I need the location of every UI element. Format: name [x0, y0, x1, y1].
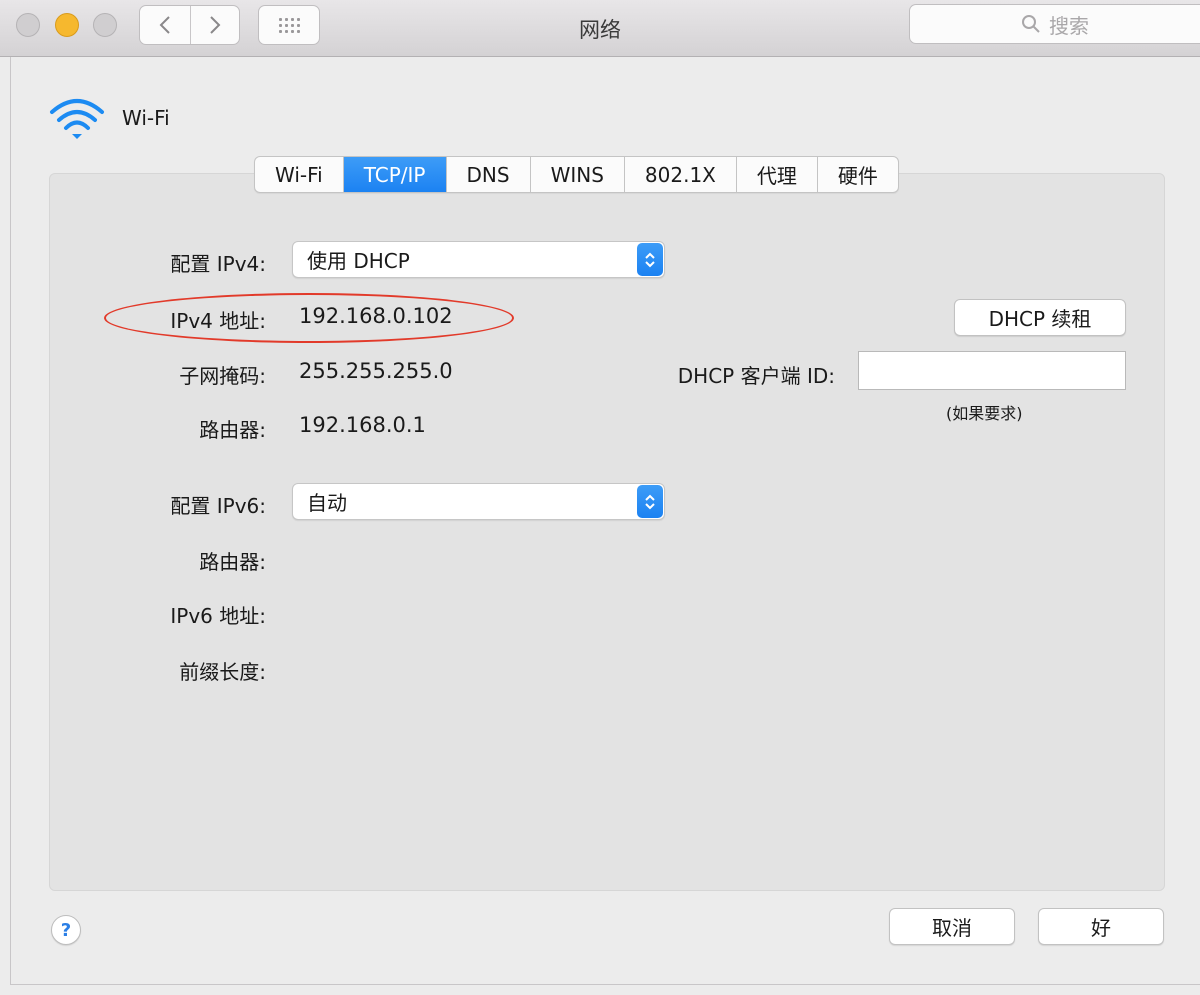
updown-chevron-icon: [637, 485, 663, 518]
tab-bar: Wi-Fi TCP/IP DNS WINS 802.1X 代理 硬件: [254, 156, 899, 193]
updown-chevron-icon: [637, 243, 663, 276]
service-header: Wi-Fi: [48, 96, 170, 140]
title-bar: 网络 搜索: [0, 0, 1200, 57]
ipv6-address-label: IPv6 地址:: [170, 604, 266, 628]
router-label: 路由器:: [199, 418, 266, 442]
configure-ipv6-popup[interactable]: 自动: [292, 483, 665, 520]
search-placeholder: 搜索: [1049, 13, 1089, 38]
router-value: 192.168.0.1: [299, 413, 426, 437]
configure-ipv4-popup[interactable]: 使用 DHCP: [292, 241, 665, 278]
prefix-length-label: 前缀长度:: [179, 660, 266, 684]
configure-ipv4-label: 配置 IPv4:: [170, 252, 266, 276]
configure-ipv4-value: 使用 DHCP: [307, 249, 410, 273]
search-icon: [1022, 15, 1040, 33]
tab-tcpip[interactable]: TCP/IP: [342, 157, 446, 192]
wifi-icon: [50, 99, 104, 139]
configure-ipv6-value: 自动: [307, 491, 347, 515]
dhcp-renew-button[interactable]: DHCP 续租: [954, 299, 1126, 336]
ipv6-router-label: 路由器:: [199, 550, 266, 574]
dhcp-client-id-field[interactable]: [858, 351, 1126, 390]
tab-dns[interactable]: DNS: [445, 157, 530, 192]
tab-wins[interactable]: WINS: [529, 157, 624, 192]
settings-panel: [49, 173, 1165, 891]
service-name: Wi-Fi: [122, 106, 170, 130]
subnet-mask-value: 255.255.255.0: [299, 359, 453, 383]
dhcp-client-id-label: DHCP 客户端 ID:: [677, 364, 835, 388]
tab-wifi[interactable]: Wi-Fi: [255, 157, 343, 192]
search-field[interactable]: 搜索: [909, 4, 1200, 44]
configure-ipv6-label: 配置 IPv6:: [170, 494, 266, 518]
tab-hardware[interactable]: 硬件: [816, 157, 898, 192]
tab-proxy[interactable]: 代理: [735, 157, 817, 192]
help-button[interactable]: ?: [51, 915, 81, 945]
dhcp-client-id-hint: (如果要求): [946, 404, 1023, 423]
subnet-mask-label: 子网掩码:: [179, 364, 266, 388]
cancel-button[interactable]: 取消: [889, 908, 1015, 945]
tab-8021x[interactable]: 802.1X: [623, 157, 736, 192]
ok-button[interactable]: 好: [1038, 908, 1164, 945]
highlight-ellipse: [104, 293, 514, 343]
